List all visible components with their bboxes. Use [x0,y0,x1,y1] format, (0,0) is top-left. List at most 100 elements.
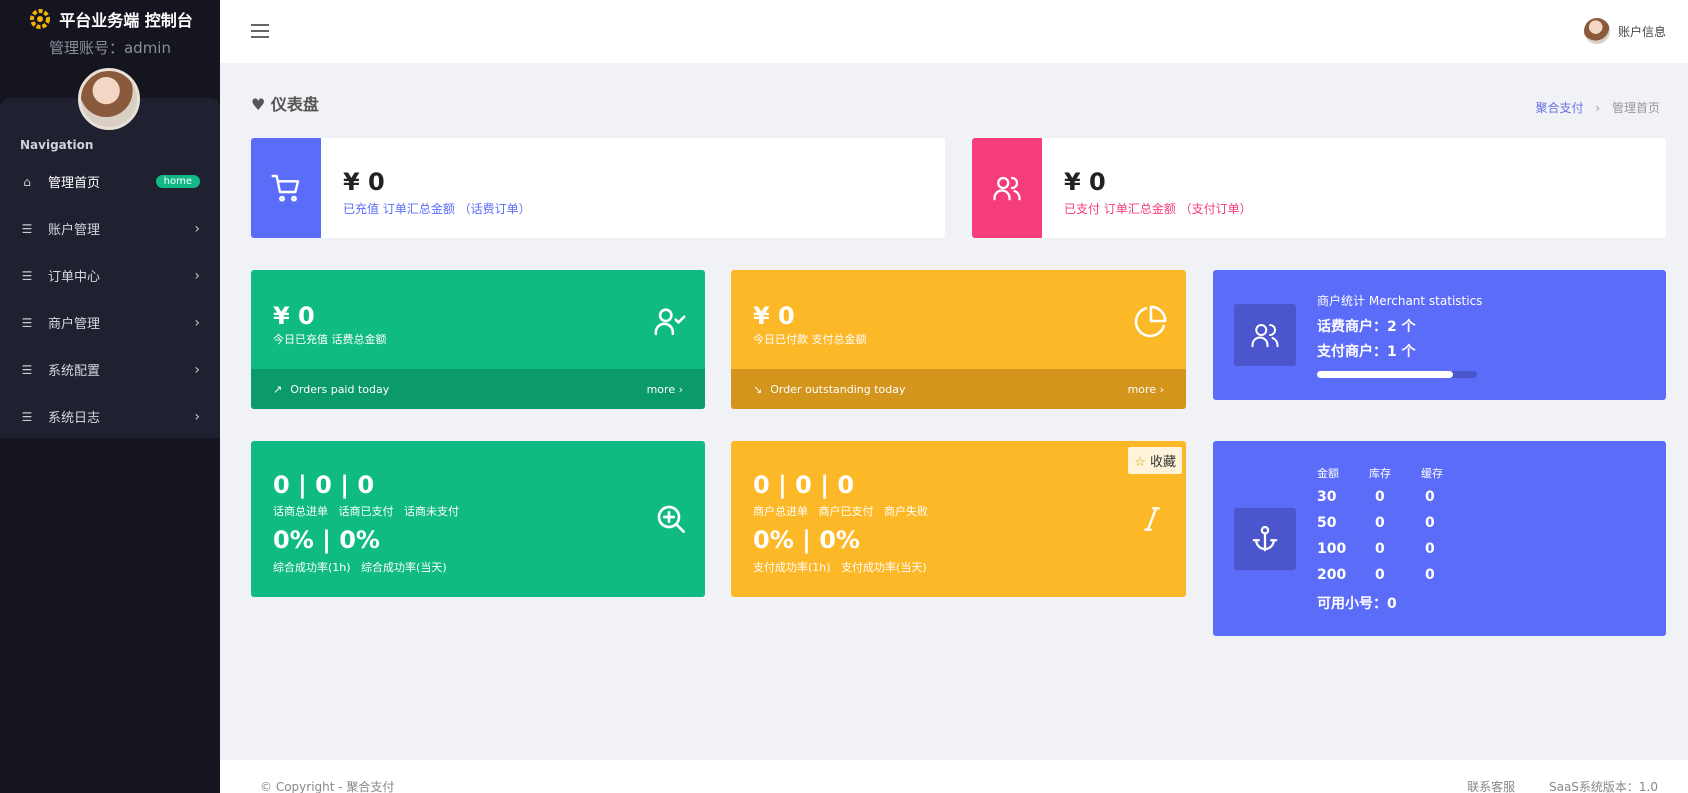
recharge-total-value: ¥ 0 [343,168,385,196]
nav-title: Navigation [20,138,94,152]
more-link[interactable]: more › [647,383,683,396]
merchant-orders-rate-labels: 支付成功率(1h) 支付成功率(当天) [753,561,927,574]
brand-title: 平台业务端 控制台 [59,11,193,30]
pie-chart-icon [1134,305,1167,338]
sidebar-item-home[interactable]: ⌂ 管理首页 home [0,158,220,205]
today-paid-footer: ↘ Order outstanding today more › [731,369,1186,409]
footer-links: 联系客服 SaaS系统版本：1.0 [1437,778,1658,793]
sidebar-item-label: 系统日志 [48,411,101,426]
page-title: ♥ 仪表盘 [251,91,319,115]
phone-orders-rate-labels: 综合成功率(1h) 综合成功率(当天) [273,561,447,574]
trending-down-icon: ↘ [753,382,763,396]
nav-panel: Navigation ⌂ 管理首页 home ☰ 账户管理 › ☰ 订单中心 ›… [0,98,220,438]
sidebar-item-label: 商户管理 [48,317,101,332]
today-recharge-label: 今日已充值 话费总金额 [273,333,387,346]
cart-icon [271,174,300,202]
list-icon: ☰ [21,315,33,330]
chevron-right-icon: › [194,314,200,331]
today-recharge-value: ¥ 0 [273,302,315,330]
list-icon: ☰ [21,362,33,377]
users-icon [993,176,1021,201]
merchant-stats-title: 商户统计 Merchant statistics [1317,294,1483,308]
zoom-in-icon [657,505,685,533]
sidebar-item-label: 系统配置 [48,364,101,379]
orders-paid-today-text: Orders paid today [290,382,390,396]
today-paid-value: ¥ 0 [753,302,795,330]
account-menu[interactable]: 账户信息 [1583,18,1666,44]
admin-account-label: 管理账号：admin [48,39,171,57]
page-title-text: 仪表盘 [270,95,319,114]
chevron-right-icon: › [194,267,200,284]
anchor-icon [1252,526,1278,552]
cart-icon-box [251,138,321,238]
version-text: SaaS系统版本：1.0 [1548,780,1658,793]
merchant-orders-rates: 0% | 0% [753,526,860,554]
merchant-orders-labels: 商户总进单 商户已支付 商户失败 [753,505,928,518]
chevron-right-icon: › [194,408,200,425]
recharge-total-label: 已充值 订单汇总金额 （话费订单） [343,202,531,216]
phone-orders-rates: 0% | 0% [273,526,380,554]
menu-toggle-icon[interactable] [251,24,269,38]
star-icon: ☆ [1134,455,1146,470]
list-icon: ☰ [21,268,33,283]
merchant-progress-fill [1317,371,1453,378]
order-outstanding-today-text: Order outstanding today [770,382,906,396]
copyright-text: © Copyright - 聚合支付 [260,780,395,793]
favorite-button[interactable]: ☆ 收藏 [1128,447,1182,474]
merchant-orders-card: 0 | 0 | 0 商户总进单 商户已支付 商户失败 0% | 0% 支付成功率… [731,441,1186,597]
sidebar: 平台业务端 控制台 管理账号：admin Navigation ⌂ 管理首页 h… [0,0,220,793]
paid-total-label: 已支付 订单汇总金额 （支付订单） [1064,202,1252,216]
phone-orders-counts: 0 | 0 | 0 [273,471,375,499]
breadcrumb-separator: › [1595,101,1601,115]
avatar [1583,18,1610,44]
list-icon: ☰ [21,409,33,424]
paid-total-value: ¥ 0 [1064,168,1106,196]
breadcrumb-current: 管理首页 [1611,101,1660,115]
sidebar-item-merchants[interactable]: ☰ 商户管理 › [0,299,220,346]
home-icon: ⌂ [23,174,31,189]
list-icon: ☰ [21,221,33,236]
page-footer: © Copyright - 聚合支付 联系客服 SaaS系统版本：1.0 [220,760,1688,793]
trending-up-icon: ↗ [273,382,283,396]
sidebar-item-label: 订单中心 [48,270,101,285]
heart-icon: ♥ [251,95,266,114]
brand: 平台业务端 控制台 [0,0,220,38]
available-accounts: 可用小号：0 [1317,596,1397,612]
chevron-right-icon: › [194,220,200,237]
recharge-total-card: ¥ 0 已充值 订单汇总金额 （话费订单） [251,138,945,238]
merchant-orders-counts: 0 | 0 | 0 [753,471,855,499]
sidebar-item-logs[interactable]: ☰ 系统日志 › [0,393,220,440]
sidebar-item-accounts[interactable]: ☰ 账户管理 › [0,205,220,252]
users-icon-box [972,138,1042,238]
phone-merchants-count: 话费商户：2 个 [1317,319,1416,335]
topbar: 账户信息 [220,0,1688,63]
account-label: 账户信息 [1617,24,1666,39]
phone-orders-labels: 话商总进单 话商已支付 话商未支付 [273,505,459,518]
merchants-icon-box [1234,304,1296,366]
chevron-right-icon: › [194,361,200,378]
sidebar-item-label: 管理首页 [48,176,101,191]
merchant-stats-card: 商户统计 Merchant statistics 话费商户：2 个 支付商户：1… [1213,270,1666,400]
users-icon [1251,324,1279,348]
breadcrumb-root-link[interactable]: 聚合支付 [1536,101,1584,115]
stock-card: 金额 库存 缓存 30 0 0 50 0 0 100 0 0 200 0 0 可用小号：0 [1213,441,1666,636]
pay-merchants-count: 支付商户：1 个 [1317,344,1416,360]
user-check-icon [654,308,686,336]
sidebar-item-orders[interactable]: ☰ 订单中心 › [0,252,220,299]
sidebar-item-label: 账户管理 [48,223,101,238]
admin-avatar [78,68,140,130]
nav-list: ⌂ 管理首页 home ☰ 账户管理 › ☰ 订单中心 › ☰ 商户管理 › ☰ [0,158,220,440]
gear-logo-icon [30,9,51,29]
today-recharge-footer: ↗ Orders paid today more › [251,369,705,409]
home-badge: home [155,175,200,188]
sidebar-item-config[interactable]: ☰ 系统配置 › [0,346,220,393]
merchant-progress-bar [1317,371,1477,378]
anchor-icon-box [1234,508,1296,570]
paid-total-card: ¥ 0 已支付 订单汇总金额 （支付订单） [972,138,1666,238]
breadcrumb: 聚合支付 › 管理首页 [1536,99,1661,116]
contact-link[interactable]: 联系客服 [1467,780,1515,793]
text-cursor-icon [1144,507,1160,531]
today-recharge-card: ¥ 0 今日已充值 话费总金额 ↗ Orders paid today more… [251,270,705,409]
today-paid-label: 今日已付款 支付总金额 [753,333,867,346]
more-link[interactable]: more › [1128,383,1164,396]
